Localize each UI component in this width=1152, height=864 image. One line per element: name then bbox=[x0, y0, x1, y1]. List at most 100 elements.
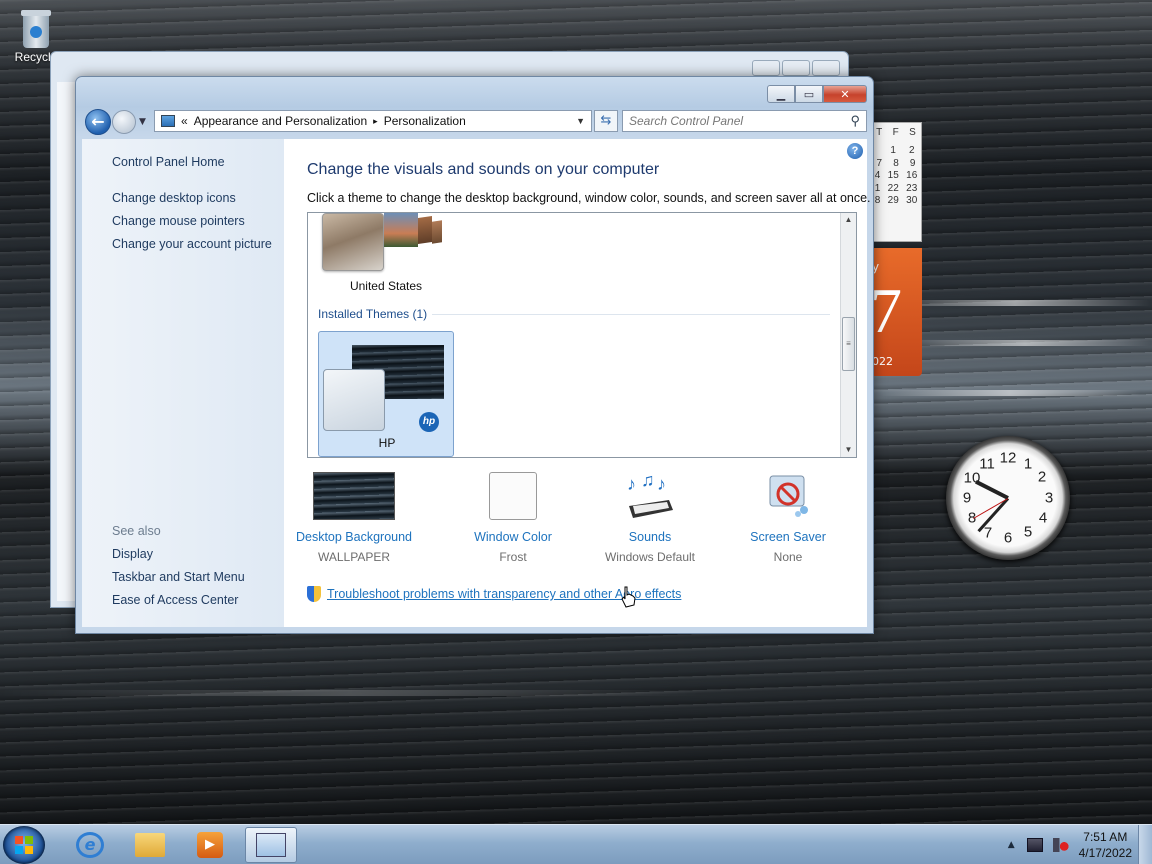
taskbar-start-menu-link[interactable]: Taskbar and Start Menu bbox=[112, 570, 245, 584]
clock-number: 12 bbox=[999, 449, 1017, 467]
page-description: Click a theme to change the desktop back… bbox=[307, 191, 871, 205]
calendar-cell: 8 bbox=[893, 157, 899, 169]
option-title[interactable]: Screen Saver bbox=[728, 530, 848, 544]
clock-number: 7 bbox=[983, 524, 993, 542]
taskbar-control-panel[interactable] bbox=[245, 827, 297, 863]
option-title[interactable]: Sounds bbox=[590, 530, 710, 544]
help-icon[interactable]: ? bbox=[847, 143, 863, 159]
search-placeholder[interactable]: Search Control Panel bbox=[629, 114, 743, 128]
see-also-label: See also bbox=[112, 524, 161, 538]
theme-thumbnail-glass bbox=[322, 213, 384, 271]
volume-muted-icon[interactable] bbox=[1052, 838, 1069, 852]
calendar-cell: 1 bbox=[890, 145, 896, 156]
clock-number: 2 bbox=[1037, 468, 1047, 486]
theme-list-scrollbar[interactable]: ▲ ≡ ▼ bbox=[840, 213, 856, 457]
calendar-day-header: S bbox=[909, 127, 916, 138]
calendar-cell: 16 bbox=[906, 170, 918, 181]
hp-logo-icon: hp bbox=[419, 412, 439, 432]
window-content: Control Panel Home Change desktop icons … bbox=[82, 139, 871, 627]
background-close-button[interactable] bbox=[812, 60, 840, 76]
scroll-thumb[interactable]: ≡ bbox=[842, 317, 855, 371]
sounds-option[interactable]: ♪ ♫ ♪ Sounds Windows Default bbox=[590, 470, 710, 564]
wallpaper-streak bbox=[880, 390, 1140, 396]
forward-button[interactable] bbox=[112, 110, 136, 134]
network-icon[interactable] bbox=[1026, 838, 1043, 852]
show-desktop-button[interactable] bbox=[1138, 825, 1152, 864]
theme-thumbnail-image bbox=[384, 213, 418, 247]
clock-number: 1 bbox=[1023, 455, 1033, 473]
background-minimize-button[interactable] bbox=[752, 60, 780, 76]
change-account-picture-link[interactable]: Change your account picture bbox=[112, 237, 272, 251]
taskbar: e ▶ ▲ 7:51 AM 4/17/2022 bbox=[0, 824, 1152, 864]
option-title[interactable]: Window Color bbox=[453, 530, 573, 544]
maximize-button[interactable]: ▭ bbox=[795, 85, 823, 103]
breadcrumb-separator[interactable]: ▸ bbox=[373, 116, 378, 127]
display-link[interactable]: Display bbox=[112, 547, 153, 561]
theme-thumbnail-image bbox=[418, 216, 432, 244]
breadcrumb-personalization[interactable]: Personalization bbox=[384, 114, 466, 128]
scroll-up-arrow-icon[interactable]: ▲ bbox=[841, 213, 856, 227]
recycle-bin-icon bbox=[19, 6, 53, 50]
control-panel-icon bbox=[161, 115, 175, 127]
calendar-day-page: y 7 022 bbox=[870, 248, 922, 376]
taskbar-media-player[interactable]: ▶ bbox=[184, 827, 236, 863]
theme-thumbnail-image bbox=[432, 220, 442, 244]
calendar-cell: 7 bbox=[876, 157, 883, 169]
scroll-down-arrow-icon[interactable]: ▼ bbox=[841, 443, 856, 457]
change-desktop-icons-link[interactable]: Change desktop icons bbox=[112, 191, 236, 205]
desktop-background-option[interactable]: Desktop Background WALLPAPER bbox=[294, 472, 414, 564]
calendar-day-header: T bbox=[876, 127, 883, 138]
taskbar-internet-explorer[interactable]: e bbox=[64, 827, 116, 863]
calendar-cell: 1 bbox=[874, 182, 881, 194]
calendar-cell: 22 bbox=[887, 182, 899, 194]
refresh-button[interactable]: ⇆ bbox=[594, 110, 618, 132]
sounds-icon: ♪ ♫ ♪ bbox=[625, 470, 675, 520]
calendar-gadget[interactable]: T F S 12 789 4 15 16 1 22 23 8 29 30 y 7 022 bbox=[870, 122, 922, 380]
address-dropdown-icon[interactable]: ▼ bbox=[576, 116, 585, 126]
clock-display[interactable]: 7:51 AM 4/17/2022 bbox=[1079, 829, 1132, 861]
control-panel-home-link[interactable]: Control Panel Home bbox=[112, 155, 225, 169]
close-button[interactable]: ✕ bbox=[823, 85, 867, 103]
breadcrumb-appearance[interactable]: Appearance and Personalization bbox=[194, 114, 367, 128]
clock-time: 7:51 AM bbox=[1083, 830, 1128, 844]
personalization-window[interactable]: ▁ ▭ ✕ ← ▼ « Appearance and Personalizati… bbox=[75, 76, 874, 634]
hand-cursor-icon bbox=[621, 586, 636, 608]
minimize-button[interactable]: ▁ bbox=[767, 85, 795, 103]
start-button[interactable] bbox=[3, 826, 45, 864]
option-value: Windows Default bbox=[604, 550, 696, 564]
page-title: Change the visuals and sounds on your co… bbox=[307, 161, 660, 178]
screen-saver-option[interactable]: Screen Saver None bbox=[728, 472, 848, 564]
background-maximize-button[interactable] bbox=[782, 60, 810, 76]
theme-label: HP bbox=[378, 436, 396, 450]
windows-logo-icon bbox=[15, 836, 33, 854]
clock-date: 4/17/2022 bbox=[1078, 846, 1132, 860]
control-panel-icon bbox=[256, 833, 286, 857]
theme-label: United States bbox=[349, 279, 423, 293]
clock-number: 4 bbox=[1038, 509, 1048, 527]
window-color-option[interactable]: Window Color Frost bbox=[453, 472, 573, 564]
theme-list[interactable]: United States Installed Themes (1) hp HP… bbox=[307, 212, 857, 458]
address-bar[interactable]: « Appearance and Personalization ▸ Perso… bbox=[154, 110, 592, 132]
option-title[interactable]: Desktop Background bbox=[294, 530, 414, 544]
uac-shield-icon bbox=[307, 586, 321, 602]
clock-number: 3 bbox=[1044, 489, 1054, 507]
back-button[interactable]: ← bbox=[85, 109, 111, 135]
change-mouse-pointers-link[interactable]: Change mouse pointers bbox=[112, 214, 245, 228]
background-window-controls bbox=[752, 60, 840, 76]
taskbar-windows-explorer[interactable] bbox=[124, 827, 176, 863]
clock-gadget[interactable]: 12 1 2 3 4 5 6 7 8 9 10 11 bbox=[946, 436, 1070, 560]
screen-saver-icon bbox=[764, 472, 812, 520]
calendar-cell: 2 bbox=[908, 145, 915, 156]
clock-number: 11 bbox=[979, 455, 995, 473]
theme-hp[interactable]: hp HP bbox=[318, 331, 454, 457]
option-value: Frost bbox=[499, 550, 527, 564]
theme-united-states[interactable]: United States bbox=[322, 213, 462, 295]
calendar-day-header: F bbox=[892, 127, 899, 138]
ease-of-access-link[interactable]: Ease of Access Center bbox=[112, 593, 238, 607]
breadcrumb-chevron[interactable]: « bbox=[181, 114, 188, 128]
search-box[interactable]: Search Control Panel ⚲ bbox=[622, 110, 867, 132]
show-hidden-icons-icon[interactable]: ▲ bbox=[1008, 840, 1015, 850]
clock-number: 9 bbox=[962, 489, 972, 507]
search-icon[interactable]: ⚲ bbox=[850, 113, 860, 129]
recent-pages-dropdown[interactable]: ▼ bbox=[139, 117, 146, 127]
